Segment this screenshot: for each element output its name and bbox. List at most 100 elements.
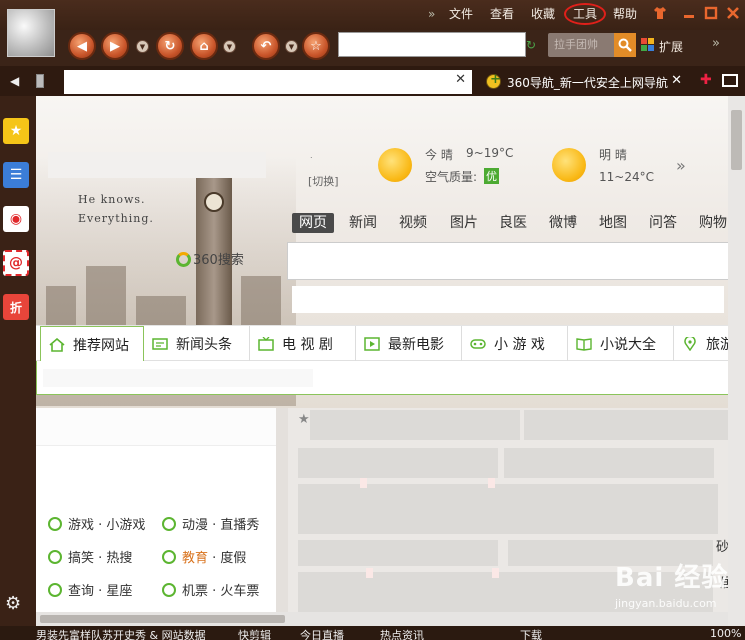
scrollbar-thumb[interactable] bbox=[731, 110, 742, 170]
link-query-a[interactable]: 查询 bbox=[68, 584, 94, 599]
link-tickets-b[interactable]: 火车票 bbox=[220, 584, 259, 599]
search-tab-qa[interactable]: 问答 bbox=[649, 213, 677, 233]
minimize-icon[interactable] bbox=[682, 6, 696, 20]
skin-shirt-icon[interactable] bbox=[653, 6, 667, 20]
home-dropdown[interactable]: ▼ bbox=[223, 40, 236, 53]
link-games[interactable]: 游戏 · 小游戏 bbox=[48, 514, 145, 533]
discount-icon[interactable]: 折 bbox=[3, 294, 29, 320]
maximize-icon[interactable] bbox=[704, 6, 718, 20]
tab-close-icon[interactable]: ✕ bbox=[455, 72, 466, 87]
toolbar-more-chevron[interactable]: » bbox=[712, 36, 720, 51]
search-tab-weibo[interactable]: 微博 bbox=[549, 213, 577, 233]
menu-view[interactable]: 查看 bbox=[490, 6, 514, 22]
logo[interactable] bbox=[48, 152, 266, 178]
extensions-grid-icon[interactable] bbox=[641, 38, 654, 51]
menu-favorites[interactable]: 收藏 bbox=[531, 6, 555, 22]
back-button[interactable]: ◀ bbox=[68, 32, 96, 60]
site-block[interactable] bbox=[504, 448, 714, 478]
search-tab-images[interactable]: 图片 bbox=[450, 213, 478, 233]
vertical-scrollbar[interactable] bbox=[728, 96, 745, 626]
site-block[interactable] bbox=[524, 410, 745, 440]
tab-360-nav[interactable]: 360导航_新一代安全上网导航 ✕ bbox=[478, 70, 688, 94]
link-funny-b[interactable]: 热搜 bbox=[106, 551, 132, 566]
home-button[interactable]: ⌂ bbox=[190, 32, 218, 60]
link-games-a[interactable]: 游戏 bbox=[68, 518, 94, 533]
tab-headlines[interactable]: 新闻头条 bbox=[144, 326, 250, 362]
history-dropdown[interactable]: ▼ bbox=[136, 40, 149, 53]
status-download[interactable]: 下载 bbox=[520, 627, 542, 640]
search-button[interactable] bbox=[614, 33, 636, 57]
tab-recommended[interactable]: 推荐网站 bbox=[40, 326, 144, 363]
refresh-button[interactable]: ↻ bbox=[156, 32, 184, 60]
link-education[interactable]: 教育 · 度假 bbox=[162, 547, 246, 566]
tab-blank[interactable]: ✕ bbox=[64, 70, 472, 94]
weather-more-chevron[interactable]: » bbox=[676, 156, 686, 175]
air-quality-badge[interactable]: 优 bbox=[484, 168, 499, 184]
menu-more-chevron[interactable]: » bbox=[428, 7, 435, 21]
tab-label: 电 视 剧 bbox=[282, 337, 333, 353]
status-live[interactable]: 今日直播 bbox=[300, 627, 344, 640]
site-block[interactable] bbox=[310, 410, 520, 440]
tab-movies[interactable]: 最新电影 bbox=[356, 326, 462, 362]
link-games-b[interactable]: 小游戏 bbox=[106, 518, 145, 533]
favorite-button[interactable]: ☆ bbox=[302, 32, 330, 60]
close-icon[interactable] bbox=[726, 6, 740, 20]
menu-tools[interactable]: 工具 bbox=[564, 3, 607, 25]
tab-close-icon[interactable]: ✕ bbox=[671, 73, 682, 88]
refresh-icon: ↻ bbox=[164, 38, 176, 54]
link-anime-b[interactable]: 直播秀 bbox=[220, 518, 259, 533]
main-search-input[interactable] bbox=[287, 242, 745, 280]
site-block[interactable] bbox=[298, 484, 718, 534]
status-hot-news[interactable]: 热点资讯 bbox=[380, 627, 424, 640]
link-query[interactable]: 查询 · 星座 bbox=[48, 580, 132, 599]
tab-list-icon[interactable] bbox=[722, 74, 738, 87]
gear-icon[interactable]: ⚙ bbox=[5, 593, 21, 614]
link-query-b[interactable]: 星座 bbox=[106, 584, 132, 599]
weibo-icon[interactable]: ◉ bbox=[3, 206, 29, 232]
undo-dropdown[interactable]: ▼ bbox=[285, 40, 298, 53]
status-quick-clip[interactable]: 快剪辑 bbox=[238, 627, 271, 640]
menu-help[interactable]: 帮助 bbox=[613, 6, 637, 22]
status-zoom[interactable]: 100% bbox=[710, 627, 741, 640]
site-block[interactable] bbox=[298, 540, 498, 566]
arrow-left-icon: ◀ bbox=[77, 38, 87, 54]
address-go-icon[interactable]: ↻ bbox=[526, 38, 536, 52]
link-education-a[interactable]: 教育 bbox=[182, 551, 208, 566]
search-engine-selector[interactable]: 360搜索 bbox=[176, 249, 244, 268]
avatar[interactable] bbox=[7, 9, 55, 57]
address-bar[interactable] bbox=[338, 32, 526, 57]
search-tab-shopping[interactable]: 购物 bbox=[699, 213, 727, 233]
link-funny-a[interactable]: 搞笑 bbox=[68, 551, 94, 566]
mail-icon[interactable]: @ bbox=[3, 250, 29, 276]
new-tab-icon[interactable]: ✚ bbox=[700, 73, 714, 87]
tab-novels[interactable]: 小说大全 bbox=[568, 326, 674, 362]
search-tab-web[interactable]: 网页 bbox=[292, 213, 334, 233]
link-tickets[interactable]: 机票 · 火车票 bbox=[162, 580, 259, 599]
extensions-label[interactable]: 扩展 bbox=[659, 38, 683, 55]
scrollbar-thumb[interactable] bbox=[40, 615, 285, 623]
favorites-star-icon[interactable]: ★ bbox=[3, 118, 29, 144]
link-anime-a[interactable]: 动漫 bbox=[182, 518, 208, 533]
slogan-line-1: He knows. bbox=[78, 193, 146, 206]
search-tab-news[interactable]: 新闻 bbox=[349, 213, 377, 233]
link-tickets-a[interactable]: 机票 bbox=[182, 584, 208, 599]
menu-file[interactable]: 文件 bbox=[449, 6, 473, 22]
search-tab-video[interactable]: 视频 bbox=[399, 213, 427, 233]
switch-city-link[interactable]: [切换] bbox=[308, 173, 339, 189]
forward-button[interactable]: ▶ bbox=[101, 32, 129, 60]
link-anime[interactable]: 动漫 · 直播秀 bbox=[162, 514, 259, 533]
site-block[interactable] bbox=[298, 448, 498, 478]
undo-close-button[interactable]: ↶ bbox=[252, 32, 280, 60]
status-news-ticker[interactable]: 男装先富样队苏开史秀 & 网站数据 bbox=[36, 627, 206, 640]
reader-icon[interactable]: ☰ bbox=[3, 162, 29, 188]
search-tab-doctor[interactable]: 良医 bbox=[499, 213, 527, 233]
search-tab-map[interactable]: 地图 bbox=[599, 213, 627, 233]
tab-mini-games[interactable]: 小 游 戏 bbox=[462, 326, 568, 362]
search-input[interactable]: 拉手团帅 bbox=[548, 33, 614, 57]
link-funny[interactable]: 搞笑 · 热搜 bbox=[48, 547, 132, 566]
tab-tv-series[interactable]: 电 视 剧 bbox=[250, 326, 356, 362]
link-education-b[interactable]: 度假 bbox=[220, 551, 246, 566]
star-icon[interactable]: ★ bbox=[298, 412, 310, 427]
tab-label: 推荐网站 bbox=[73, 338, 129, 354]
tab-back-icon[interactable]: ◀ bbox=[10, 74, 19, 88]
